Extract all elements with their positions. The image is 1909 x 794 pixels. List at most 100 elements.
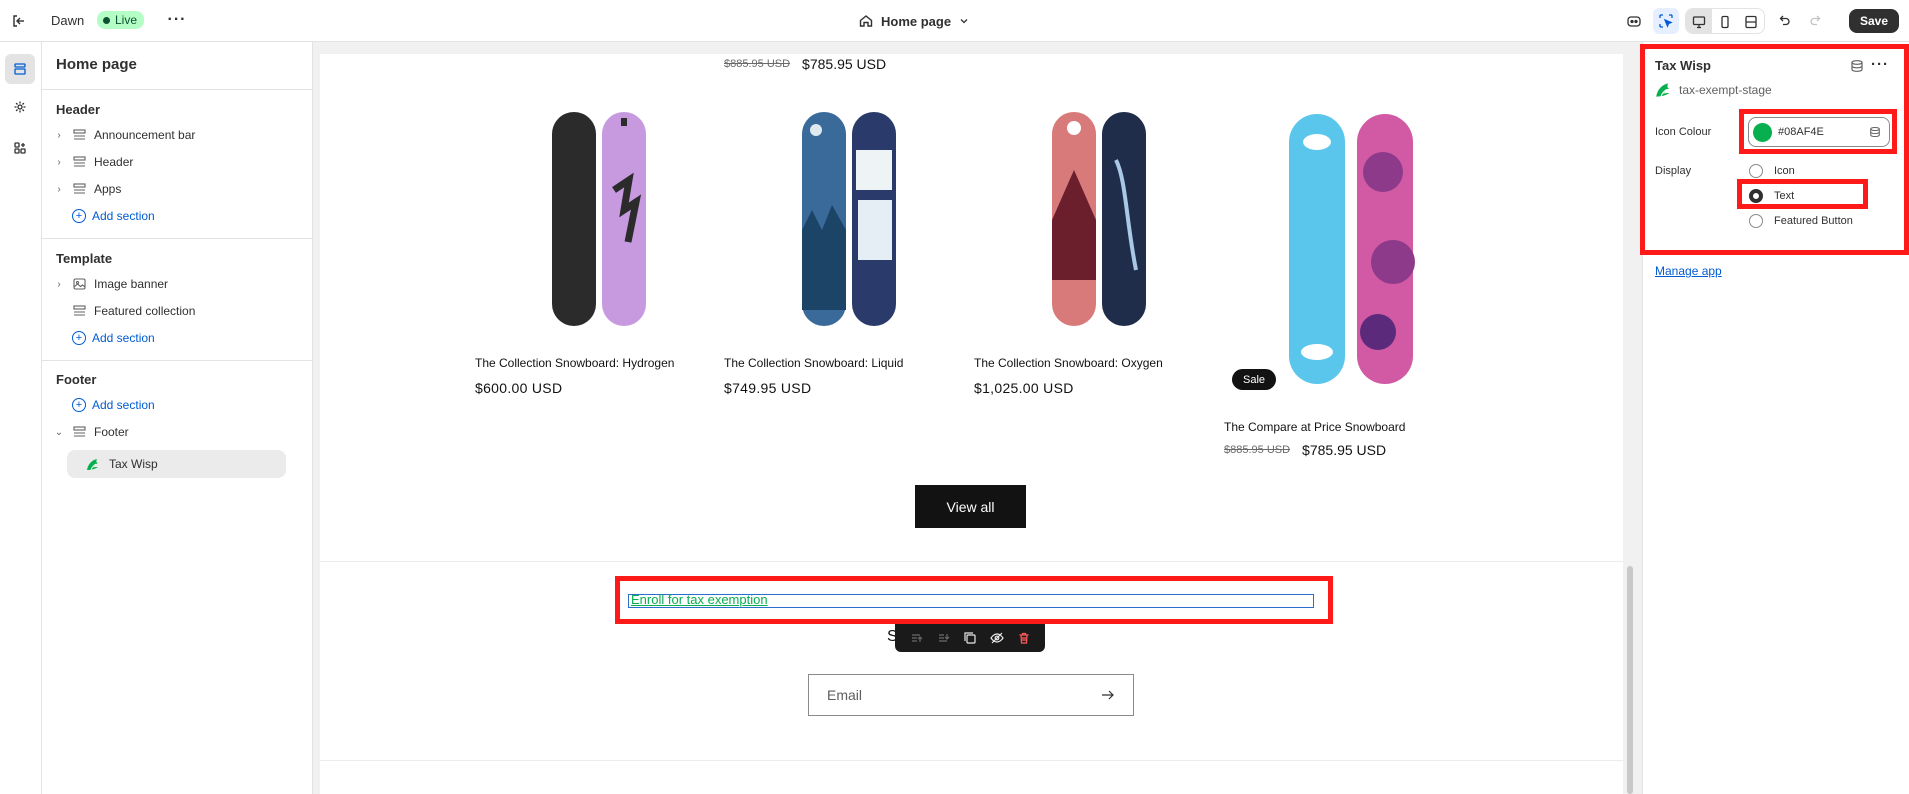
price-row: $885.95 USD $785.95 USD [724, 56, 886, 72]
highlight-box [615, 576, 1333, 624]
snowboard-image [1052, 112, 1146, 326]
apps-icon[interactable] [5, 133, 35, 163]
compare-price: $885.95 USD [1224, 444, 1291, 456]
sidebar-item-label: Featured collection [94, 304, 196, 318]
chevron-right-icon[interactable]: › [52, 130, 66, 141]
desktop-icon[interactable] [1685, 9, 1712, 33]
product-price: $600.00 USD [475, 380, 563, 396]
sidebar-item-label: Footer [94, 425, 129, 439]
block-toolbar [895, 624, 1045, 652]
sidebar-item-label: Header [94, 155, 134, 169]
tax-wisp-logo-icon [87, 458, 98, 470]
sidebar-item-label: Tax Wisp [109, 457, 158, 471]
snowboard-image [552, 112, 646, 326]
move-up-icon[interactable] [909, 631, 923, 645]
chevron-right-icon[interactable]: › [52, 184, 66, 195]
highlight-box [1739, 109, 1897, 154]
view-all-button[interactable]: View all [915, 485, 1026, 528]
sidebar-item-featured-collection[interactable]: Featured collection [52, 299, 195, 323]
preview-canvas: $885.95 USD $785.95 USD The Collection S… [320, 54, 1623, 794]
sidebar-item-header[interactable]: › Header [52, 150, 133, 174]
move-down-icon[interactable] [936, 631, 950, 645]
snowboard-image [1289, 114, 1415, 384]
sections-icon[interactable] [5, 54, 35, 84]
plus-circle-icon: + [72, 331, 86, 345]
snowboard-image [802, 112, 896, 326]
sale-price: $785.95 USD [1302, 442, 1387, 458]
home-icon [859, 15, 873, 27]
chevron-right-icon[interactable]: › [52, 157, 66, 168]
product-title[interactable]: The Compare at Price Snowboard [1224, 420, 1405, 434]
price-row: $885.95 USD $785.95 USD [1224, 442, 1386, 458]
sidebar-item-image-banner[interactable]: › Image banner [52, 272, 168, 296]
section-icon [70, 425, 88, 439]
chevron-down-icon [960, 19, 968, 24]
viewport-switcher [1684, 8, 1765, 34]
mobile-icon[interactable] [1712, 9, 1738, 33]
arrow-right-icon[interactable] [1101, 689, 1115, 701]
sidekick-icon[interactable] [1621, 8, 1647, 34]
plus-circle-icon: + [72, 209, 86, 223]
product-title[interactable]: The Collection Snowboard: Liquid [724, 356, 903, 370]
section-icon [70, 155, 88, 169]
left-rail [0, 42, 42, 794]
theme-name[interactable]: Dawn [51, 13, 84, 28]
sidebar-item-label: Image banner [94, 277, 169, 291]
sale-price: $785.95 USD [802, 56, 887, 72]
add-section-button[interactable]: + Add section [72, 327, 155, 349]
group-template-label: Template [56, 251, 113, 266]
sidebar-item-apps[interactable]: › Apps [52, 177, 121, 201]
page-selector-label: Home page [881, 13, 952, 29]
add-section-button[interactable]: + Add section [72, 205, 155, 227]
divider [42, 89, 313, 90]
section-icon [70, 128, 88, 142]
page-selector[interactable]: Home page [858, 10, 970, 32]
add-section-label: Add section [92, 398, 155, 412]
chevron-down-icon[interactable]: ⌄ [52, 427, 66, 438]
sidebar-item-footer[interactable]: ⌄ Footer [52, 420, 129, 444]
live-dot-icon [103, 16, 110, 24]
theme-settings-icon[interactable] [5, 92, 35, 122]
section-icon [70, 182, 88, 196]
toolbar-right: Save [1621, 8, 1899, 34]
canvas-scrollbar[interactable] [1627, 566, 1633, 794]
sidebar-item-label: Apps [94, 182, 122, 196]
sidebar-title: Home page [56, 56, 137, 73]
product-price: $1,025.00 USD [974, 380, 1074, 396]
email-input[interactable]: Email [808, 674, 1134, 716]
email-placeholder: Email [827, 687, 863, 703]
live-badge: Live [97, 11, 145, 29]
hide-icon[interactable] [990, 631, 1004, 645]
add-section-label: Add section [92, 331, 155, 345]
manage-app-link[interactable]: Manage app [1655, 264, 1722, 278]
add-section-label: Add section [92, 209, 155, 223]
add-section-button[interactable]: + Add section [72, 394, 155, 416]
duplicate-icon[interactable] [963, 631, 977, 645]
product-title[interactable]: The Collection Snowboard: Oxygen [974, 356, 1163, 370]
group-footer-label: Footer [56, 372, 97, 387]
inspector-icon[interactable] [1652, 8, 1679, 34]
divider [42, 360, 313, 361]
sidebar-item-label: Announcement bar [94, 128, 196, 142]
divider [320, 561, 1623, 562]
chevron-right-icon[interactable]: › [52, 279, 66, 290]
save-button[interactable]: Save [1848, 9, 1899, 33]
fullscreen-icon[interactable] [1738, 9, 1764, 33]
group-header-label: Header [56, 102, 101, 117]
sidebar-item-announcement-bar[interactable]: › Announcement bar [52, 123, 195, 147]
section-icon [70, 304, 88, 318]
undo-icon[interactable] [1771, 8, 1797, 34]
compare-price: $885.95 USD [724, 58, 791, 70]
delete-icon[interactable] [1017, 631, 1031, 645]
more-actions-icon[interactable]: ··· [166, 9, 188, 31]
sale-badge: Sale [1232, 369, 1277, 390]
top-bar: Dawn Live ··· Home page Save [0, 0, 1909, 42]
highlight-box [1737, 179, 1868, 209]
sections-sidebar: Home page Header › Announcement bar › He… [42, 42, 313, 794]
sidebar-item-tax-wisp[interactable]: Tax Wisp [67, 450, 286, 478]
product-price: $749.95 USD [724, 380, 812, 396]
exit-icon[interactable] [8, 10, 30, 32]
divider [320, 760, 1623, 761]
redo-icon[interactable] [1803, 8, 1829, 34]
product-title[interactable]: The Collection Snowboard: Hydrogen [475, 356, 674, 370]
